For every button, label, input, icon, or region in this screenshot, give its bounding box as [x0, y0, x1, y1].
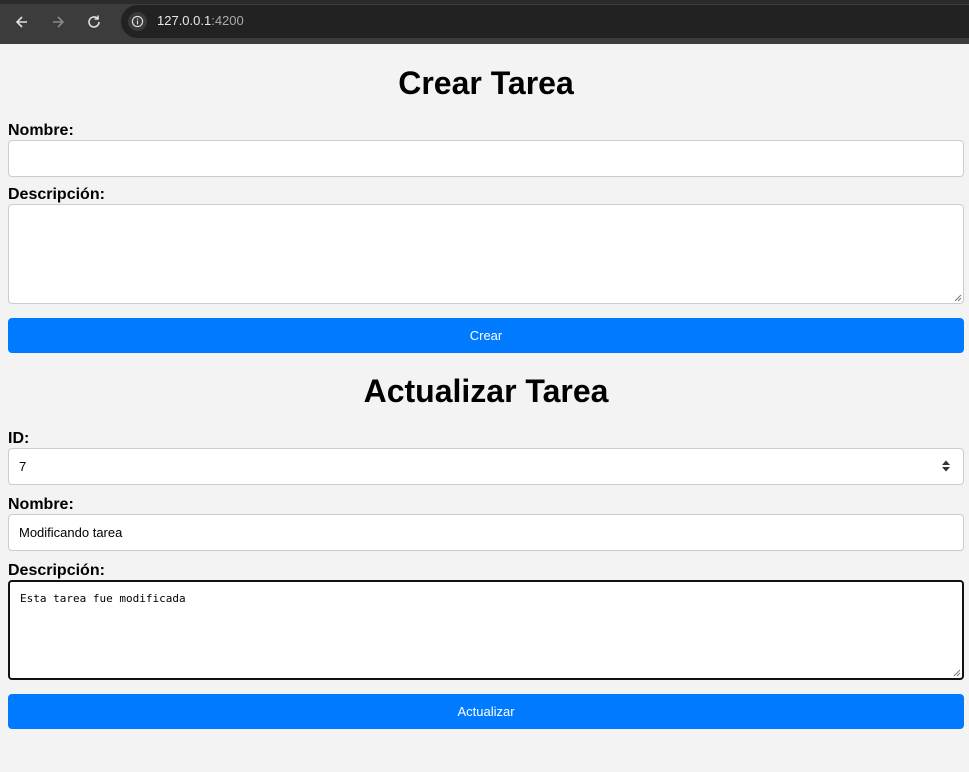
update-id-label: ID: — [8, 430, 30, 447]
url-host: 127.0.0.1 — [157, 13, 212, 28]
create-description-textarea[interactable] — [8, 204, 964, 304]
create-button[interactable]: Crear — [8, 318, 964, 353]
update-title: Actualizar Tarea — [363, 373, 609, 409]
update-description-textarea[interactable]: Esta tarea fue modificada — [8, 580, 964, 680]
create-title: Crear Tarea — [398, 65, 574, 101]
update-form: ID: 7 Nombre: Modificando tarea Descripc… — [8, 430, 964, 729]
browser-tab-strip — [0, 0, 969, 4]
page-content: Crear Tarea Nombre: Descripción: Crear A… — [0, 65, 969, 729]
create-name-label: Nombre: — [8, 122, 74, 139]
browser-toolbar: 127.0.0.1:4200 — [0, 0, 969, 44]
update-id-value: 7 — [19, 459, 27, 474]
site-info-icon[interactable] — [128, 12, 147, 31]
url-text: 127.0.0.1:4200 — [157, 13, 244, 28]
create-name-input[interactable] — [8, 140, 964, 177]
reload-icon[interactable] — [84, 12, 104, 32]
address-bar[interactable]: 127.0.0.1:4200 — [121, 5, 969, 38]
update-name-label: Nombre: — [8, 496, 74, 513]
update-description-text: Esta tarea fue modificada — [20, 592, 186, 605]
update-button[interactable]: Actualizar — [8, 694, 964, 729]
update-name-value: Modificando tarea — [19, 525, 123, 540]
update-name-input[interactable]: Modificando tarea — [8, 514, 964, 551]
resize-handle-icon[interactable] — [952, 668, 961, 677]
update-id-input[interactable]: 7 — [8, 448, 964, 485]
resize-handle-icon[interactable] — [953, 293, 962, 302]
forward-icon[interactable] — [48, 12, 68, 32]
url-port: :4200 — [211, 13, 244, 28]
create-form: Nombre: Descripción: Crear — [8, 122, 964, 353]
update-description-label: Descripción: — [8, 562, 105, 579]
number-spinner-icon[interactable] — [940, 458, 952, 474]
create-description-label: Descripción: — [8, 186, 105, 203]
back-icon[interactable] — [12, 12, 32, 32]
